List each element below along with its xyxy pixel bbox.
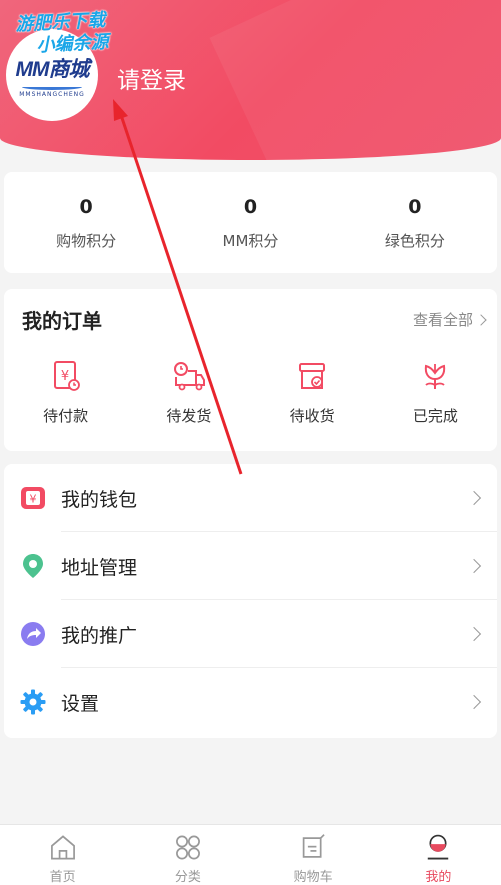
- tab-category[interactable]: 分类: [125, 825, 250, 885]
- chevron-right-icon: [466, 694, 482, 710]
- orders-card: 我的订单 查看全部 ¥ 待付款 待发货 待收货 已完成: [4, 289, 497, 451]
- menu-item-settings[interactable]: 设置: [4, 668, 497, 736]
- menu-item-address[interactable]: 地址管理: [4, 532, 497, 600]
- logo-swoosh: [22, 84, 82, 90]
- bottom-tab-bar: 首页 分类 购物车 我的: [0, 824, 501, 885]
- order-pending-shipment[interactable]: 待发货: [127, 359, 250, 426]
- chevron-right-icon: [466, 626, 482, 642]
- menu-item-promotion[interactable]: 我的推广: [4, 600, 497, 668]
- home-icon: [50, 835, 75, 860]
- order-label: 待发货: [166, 407, 212, 425]
- points-shopping[interactable]: 0 购物积分: [4, 172, 168, 273]
- chevron-right-icon: [466, 490, 482, 506]
- points-mm[interactable]: 0 MM积分: [168, 172, 332, 273]
- menu-card: ¥ 我的钱包 地址管理 我的推广 设置: [4, 464, 497, 738]
- watermark: 游肥乐下载 小编余源: [15, 10, 109, 59]
- header-decoration: [209, 0, 501, 160]
- chevron-right-icon: [466, 558, 482, 574]
- profile-icon: [428, 834, 449, 860]
- payment-icon: ¥: [53, 361, 80, 391]
- points-label: MM积分: [222, 232, 279, 250]
- points-value: 0: [408, 196, 422, 218]
- gear-icon: [20, 689, 46, 715]
- cart-icon: [302, 834, 325, 858]
- orders-title: 我的订单: [22, 309, 102, 333]
- login-link[interactable]: 请登录: [117, 61, 186, 95]
- points-value: 0: [243, 196, 258, 218]
- chevron-right-icon: [475, 313, 487, 326]
- order-pending-payment[interactable]: ¥ 待付款: [4, 359, 127, 426]
- order-label: 已完成: [412, 407, 458, 425]
- view-all-label: 查看全部: [412, 311, 473, 329]
- points-card: 0 购物积分 0 MM积分 0 绿色积分: [4, 172, 497, 273]
- truck-icon: [173, 362, 205, 391]
- category-icon: [175, 835, 200, 860]
- menu-label: 我的推广: [61, 624, 138, 647]
- share-icon: [21, 622, 45, 646]
- location-icon: [23, 554, 43, 578]
- points-green[interactable]: 0 绿色积分: [333, 172, 497, 273]
- menu-label: 地址管理: [61, 556, 138, 579]
- points-value: 0: [79, 196, 93, 218]
- tab-label: 购物车: [293, 870, 333, 885]
- tab-label: 首页: [49, 870, 76, 885]
- svg-text:¥: ¥: [30, 493, 37, 506]
- logo-subtext: MMSHANGCHENG: [19, 90, 85, 98]
- tab-profile[interactable]: 我的: [376, 825, 501, 885]
- watermark-line2: 小编余源: [36, 31, 110, 57]
- view-all-orders-link[interactable]: 查看全部: [412, 309, 487, 330]
- tab-cart[interactable]: 购物车: [251, 825, 376, 885]
- menu-label: 设置: [61, 692, 100, 715]
- svg-text:¥: ¥: [60, 369, 68, 384]
- menu-item-wallet[interactable]: ¥ 我的钱包: [4, 464, 497, 532]
- points-label: 绿色积分: [384, 232, 445, 250]
- menu-label: 我的钱包: [61, 488, 138, 511]
- tab-home[interactable]: 首页: [0, 825, 125, 885]
- wallet-icon: ¥: [21, 487, 45, 509]
- box-icon: [299, 363, 326, 389]
- order-label: 待收货: [289, 407, 335, 425]
- order-completed[interactable]: 已完成: [374, 359, 497, 426]
- points-label: 购物积分: [56, 232, 117, 250]
- tab-label: 我的: [425, 870, 452, 885]
- flower-icon: [425, 364, 446, 389]
- order-pending-receipt[interactable]: 待收货: [251, 359, 374, 426]
- tab-label: 分类: [174, 870, 201, 885]
- order-label: 待付款: [43, 407, 89, 425]
